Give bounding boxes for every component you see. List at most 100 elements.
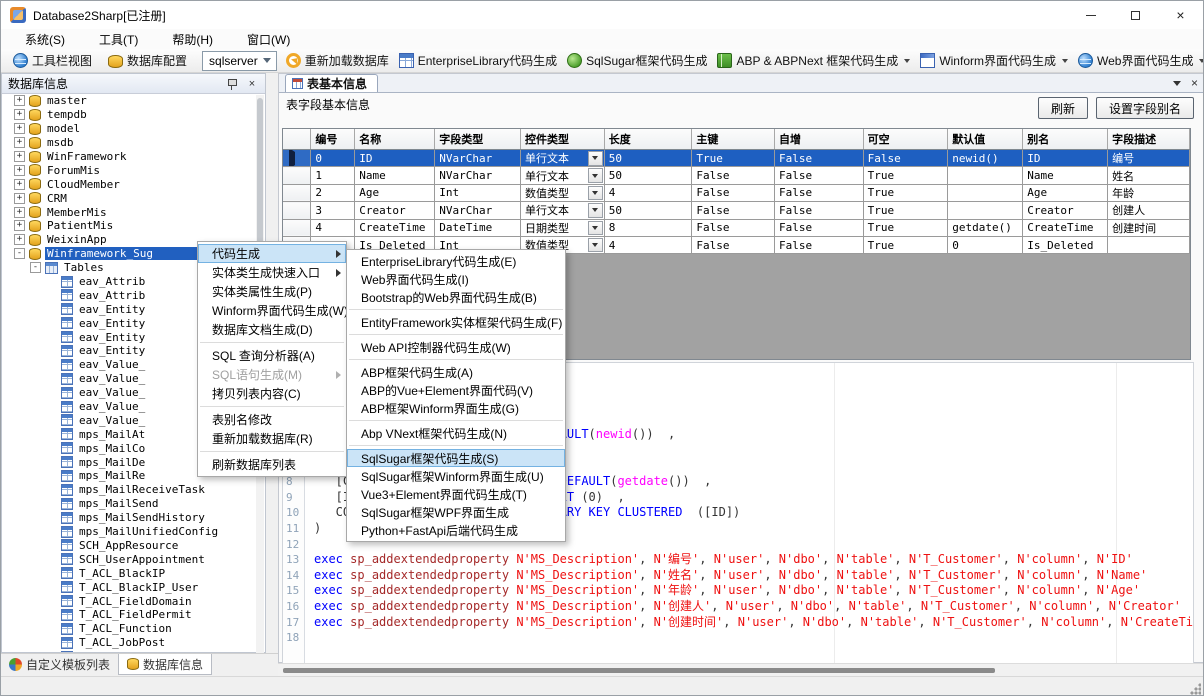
grid-cell[interactable]: 创建时间 (1108, 219, 1190, 236)
close-button[interactable]: × (1158, 1, 1203, 29)
grid-cell[interactable]: False (863, 150, 948, 167)
minimize-button[interactable] (1068, 1, 1113, 29)
submenu-item[interactable]: Vue3+Element界面代码生成(T) (347, 485, 565, 503)
grid-cell[interactable]: 50 (604, 150, 692, 167)
toolbar-sqlsugar-button[interactable]: SqlSugar框架代码生成 (562, 50, 712, 71)
expand-icon[interactable]: + (14, 151, 25, 162)
context-menu-item[interactable]: 刷新数据库列表 (198, 455, 346, 474)
horizontal-scrollbar-thumb[interactable] (283, 668, 995, 673)
expand-icon[interactable]: + (14, 109, 25, 120)
submenu-item[interactable]: ABP框架代码生成(A) (347, 363, 565, 381)
control-type-dropdown[interactable] (588, 151, 603, 166)
grid-cell[interactable]: 年龄 (1108, 184, 1190, 201)
context-menu-item[interactable]: 数据库文档生成(D) (198, 320, 346, 339)
grid-column-header[interactable]: 自增 (775, 129, 864, 150)
expand-icon[interactable]: + (14, 137, 25, 148)
grid-cell[interactable]: False (775, 167, 864, 184)
grid-cell[interactable]: True (863, 167, 948, 184)
toolbar-enterpriselibrary-button[interactable]: EnterpriseLibrary代码生成 (394, 50, 562, 71)
grid-cell[interactable]: 数值类型 (521, 184, 605, 201)
tree-node-MemberMis[interactable]: +MemberMis (2, 205, 265, 219)
grid-column-header[interactable]: 控件类型 (521, 129, 605, 150)
context-menu-item[interactable]: 重新加载数据库(R) (198, 429, 346, 448)
grid-cell[interactable]: True (863, 202, 948, 219)
menubar-item[interactable]: 系统(S) (15, 29, 75, 50)
tree-node-T_ACL_FieldDomain[interactable]: T_ACL_FieldDomain (2, 594, 265, 608)
grid-cell[interactable]: Name (1023, 167, 1108, 184)
grid-cell[interactable]: 单行文本 (521, 150, 605, 167)
grid-cell[interactable]: False (692, 219, 775, 236)
grid-column-header[interactable]: 默认值 (948, 129, 1023, 150)
grid-cell[interactable]: newid() (948, 150, 1023, 167)
tree-node-PatientMis[interactable]: +PatientMis (2, 219, 265, 233)
grid-column-header[interactable]: 别名 (1023, 129, 1108, 150)
table-row[interactable]: 0IDNVarChar单行文本50TrueFalseFalsenewid()ID… (283, 150, 1190, 167)
chevron-down-icon[interactable] (1173, 81, 1181, 86)
control-type-dropdown[interactable] (588, 186, 603, 201)
row-selector[interactable] (283, 202, 311, 219)
tree-node-CloudMember[interactable]: +CloudMember (2, 177, 265, 191)
grid-cell[interactable]: False (775, 202, 864, 219)
grid-cell[interactable]: False (775, 184, 864, 201)
tree-node-SCH_AppResource[interactable]: SCH_AppResource (2, 539, 265, 553)
toolbar-view-button[interactable]: 工具栏视图 (8, 50, 97, 71)
grid-column-header[interactable]: 编号 (311, 129, 355, 150)
grid-cell[interactable]: 4 (311, 219, 355, 236)
expand-icon[interactable]: + (14, 220, 25, 231)
submenu-item[interactable]: EnterpriseLibrary代码生成(E) (347, 252, 565, 270)
tree-node-master[interactable]: +master (2, 94, 265, 108)
grid-cell[interactable]: 编号 (1108, 150, 1190, 167)
grid-cell[interactable]: 50 (604, 167, 692, 184)
grid-cell[interactable]: 0 (948, 236, 1023, 253)
submenu-item[interactable]: Web API控制器代码生成(W) (347, 338, 565, 356)
grid-cell[interactable] (948, 184, 1023, 201)
row-selector[interactable] (283, 184, 311, 201)
dbtype-combobox[interactable]: sqlserver (202, 51, 277, 71)
toolbar-web-button[interactable]: Web界面代码生成 (1073, 50, 1204, 71)
submenu-item[interactable]: SqlSugar框架代码生成(S) (347, 449, 565, 467)
tree-node-WinFramework[interactable]: +WinFramework (2, 150, 265, 164)
table-row[interactable]: 3CreatorNVarChar单行文本50FalseFalseTrueCrea… (283, 202, 1190, 219)
tab-table-basic-info[interactable]: 表基本信息 (285, 74, 378, 92)
submenu-item[interactable]: ABP的Vue+Element界面代码(V) (347, 381, 565, 399)
tree-node-mps_MailReceiveTask[interactable]: mps_MailReceiveTask (2, 483, 265, 497)
toolbar-winform-button[interactable]: Winform界面代码生成 (915, 50, 1073, 71)
grid-column-header[interactable]: 可空 (863, 129, 948, 150)
pin-icon[interactable] (225, 77, 239, 91)
grid-cell[interactable]: False (692, 184, 775, 201)
table-row[interactable]: 2AgeInt数值类型4FalseFalseTrueAge年龄 (283, 184, 1190, 201)
grid-cell[interactable]: 1 (311, 167, 355, 184)
row-selector[interactable] (283, 150, 311, 167)
tab-database-info[interactable]: 数据库信息 (118, 654, 212, 675)
control-type-dropdown[interactable] (588, 203, 603, 218)
tree-node-mps_MailUnifiedConfig[interactable]: mps_MailUnifiedConfig (2, 525, 265, 539)
tree-node-tempdb[interactable]: +tempdb (2, 108, 265, 122)
grid-cell[interactable]: getdate() (948, 219, 1023, 236)
tree-node-CRM[interactable]: +CRM (2, 191, 265, 205)
expand-icon[interactable]: + (14, 165, 25, 176)
grid-cell[interactable]: 4 (604, 184, 692, 201)
expand-icon[interactable]: + (14, 207, 25, 218)
set-field-alias-button[interactable]: 设置字段别名 (1096, 97, 1194, 119)
grid-cell[interactable]: False (775, 150, 864, 167)
grid-cell[interactable]: Is_Deleted (1023, 236, 1108, 253)
grid-cell[interactable]: NVarChar (435, 202, 521, 219)
collapse-icon[interactable]: - (14, 248, 25, 259)
context-menu-item[interactable]: 拷贝列表内容(C) (198, 384, 346, 403)
tree-node-model[interactable]: +model (2, 122, 265, 136)
grid-cell[interactable]: 2 (311, 184, 355, 201)
context-menu-item[interactable]: 实体类属性生成(P) (198, 282, 346, 301)
context-menu-item[interactable]: 代码生成 (198, 244, 346, 263)
grid-cell[interactable]: 8 (604, 219, 692, 236)
control-type-dropdown[interactable] (588, 238, 603, 253)
grid-cell[interactable] (948, 167, 1023, 184)
grid-cell[interactable]: 4 (604, 236, 692, 253)
submenu-item[interactable]: ABP框架Winform界面生成(G) (347, 399, 565, 417)
grid-corner-header[interactable] (283, 129, 311, 150)
expand-icon[interactable]: + (14, 234, 25, 245)
grid-cell[interactable]: CreateTime (1023, 219, 1108, 236)
menubar-item[interactable]: 工具(T) (89, 29, 148, 50)
tab-custom-template-list[interactable]: 自定义模板列表 (1, 654, 118, 675)
grid-cell[interactable]: Age (1023, 184, 1108, 201)
submenu-item[interactable]: EntityFramework实体框架代码生成(F) (347, 313, 565, 331)
